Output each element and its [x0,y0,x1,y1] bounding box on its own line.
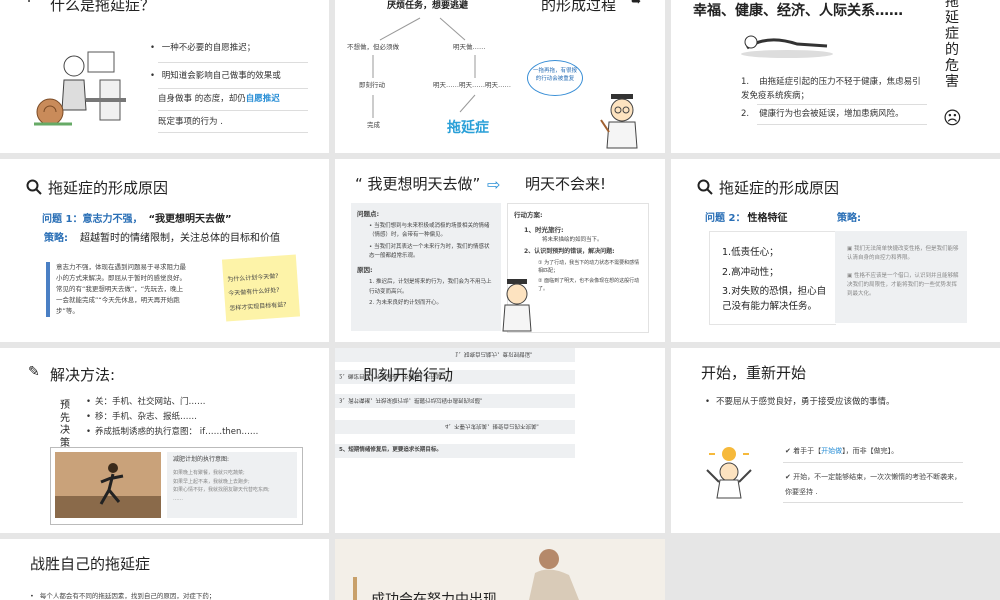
bullet-2-line2: 自身做事 的态度，却仍自愿推迟 [158,94,280,104]
harm-2: 2. 健康行为也会被延误，增加患病风险。 [741,109,904,119]
notepad-icon: ✎ [28,364,40,380]
flow-left-2: 即刻行动 [359,81,385,89]
flow-left-3: 完成 [367,121,380,129]
search-icon [697,179,713,195]
slide-title: 即刻开始行动 [363,366,454,384]
strategy-panel: ▣ 我们无法简单快捷改变性格，但是我们能够认清自身的自控力和界限。 ▣ 性格不应… [835,231,967,323]
execution-box: 减肥计划的执行意图: 如果晚上有聚餐，我就只吃蔬菜; 如果早上起不来，我就晚上去… [50,447,303,525]
slide-grid: ʔ 什么是拖延症？ • 一种不必要的自愿推迟； • 明知道会影响自己做事的效果或… [0,0,1000,600]
bullet-2: • 明知道会影响自己做事的效果或 [150,71,281,81]
strategy-label: 策略: [837,213,861,224]
trait-list: 1.低责任心； 2.高冲动性； 3.对失败的恐惧，担心自己没有能力解决任务。 [709,231,836,325]
problem-panel: 问题点: • 当我们想到与未来积极或消极的场景相关的情绪（情感）时，会带有一种偏… [351,203,501,331]
search-icon [26,179,42,195]
vertical-label: 预先决策 [60,400,70,449]
flow-right-1: 明天做…… [453,43,486,51]
sticky-note: 为什么计划今天做? 今天做有什么好处? 怎样才实现目标有益? [221,254,301,322]
slide-cause-2[interactable]: 拖延症的形成原因 问题 2： 性格特征 策略: 1.低责任心； 2.高冲动性； 3… [671,159,1000,342]
cheering-kid-illustration [706,447,752,499]
cause-body: 意志力不强，体现在遇到问题易于寻求阻力最小的方式来解决。即屈从于暂时的感觉良好。… [46,262,186,318]
slide-title: 拖延症的形成原因 [719,179,840,197]
slide-start-again[interactable]: 开始，重新开始 • 不要屈从于感觉良好，勇于接受应该做的事情。 ✔ 着手于【开始做… [671,348,1000,533]
slide-formation-process[interactable]: 厌烦任务，想要逃避 的形成过程 ➥ 不想做，但必须做 明天做…… 即刻行动 明天… [335,0,665,153]
snail-office-illustration [34,51,126,126]
question-icon: ʔ [26,0,33,6]
flow-right-2: 明天……明天……明天…… [433,81,511,89]
slide-success[interactable]: 成功会在努力中出现 [335,539,665,600]
slide-title: 拖延症的形成原因 [48,179,169,197]
problem-label: 问题 2： 性格特征 [705,213,788,224]
empty-slot [671,539,1000,600]
slide-beat-procrastination[interactable]: 战胜自己的拖延症 • 每个人都会有不同的拖延因素，找到自己的原因，对症下药； [0,539,329,600]
flow-lines [372,17,476,118]
runner-photo [529,549,579,600]
solution-2: • 移：手机、杂志、报纸…… [86,412,198,422]
vertical-title: 拖延症的危害 [945,0,959,91]
slide-title: 幸福、健康、经济、人际关系…… [693,3,903,19]
solution-1: • 关：手机、社交网站、门…… [86,397,206,407]
problem-label: 问题 1：意志力不强， “我更想明天去做” [42,214,232,225]
slide-title: 战胜自己的拖延症 [30,555,151,573]
slide-tomorrow[interactable]: “ 我更想明天去做” ⇨ 明天不会来! 问题点: • 当我们想到与未来积极或消极… [335,159,665,342]
harm-1: 1. 由拖延症引起的压力不轻于健康，焦虑易引发免疫系统疾病； [741,77,921,101]
check-1: ✔ 着手于【开始做】，而非【做完】。 [785,447,899,455]
slide-act-now[interactable]: 1、知晓自己能力，意识到错误。 2、确定目标，不是逃避，不懒惰，不拖延。 即刻开… [335,348,665,533]
arrow-right-icon: ⇨ [487,175,501,194]
runner-photo [55,452,161,518]
slide-cause-1[interactable]: 拖延症的形成原因 问题 1：意志力不强， “我更想明天去做” 策略: 超越暂时的情绪… [0,159,329,342]
slide-what-is-procrastination[interactable]: ʔ 什么是拖延症？ • 一种不必要的自愿推迟； • 明知道会影响自己做事的效果或… [0,0,329,153]
beat-bullet: • 每个人都会有不同的拖延因素，找到自己的原因，对症下药； [30,592,216,600]
bullet-2-line3: 既定事项的行为 . [158,117,223,127]
sad-face-icon: ☹ [943,108,962,129]
slide-title: 解决方法: [50,366,116,384]
arrow-icon: ➥ [631,0,642,8]
check-2: ✔ 开始，不一定能够结束，一次次懒惰的考验不断袭来，你要坚持 . [785,473,962,497]
professor-illustration [502,279,532,332]
strategy: 策略: 超越暂时的情绪限制，关注总体的目标和价值 [44,233,280,244]
step-bar-4: 4、不要力求完美，接受自己的不完美。 [335,420,575,434]
speech-bubble: 一拖再拖，有很报的行动会被重复 [527,60,583,96]
accent-bar [353,577,357,600]
flow-result: 拖延症 [447,120,489,136]
bullet-1: • 一种不必要的自愿推迟； [150,43,256,53]
professor-illustration [600,94,638,149]
slide-title: 的形成过程 [541,0,617,14]
slide-title: 成功会在努力中出现 [371,592,497,600]
reclining-person-illustration [741,35,833,58]
slide-title: 开始，重新开始 [701,364,807,382]
slide-harm[interactable]: 幸福、健康、经济、人际关系…… 拖延症的危害 1. 由拖延症引起的压力不轻于健康，… [671,0,1000,153]
result-title: 明天不会来! [525,175,607,193]
slide-title: 什么是拖延症？ [50,0,156,14]
intent-list: 减肥计划的执行意图: 如果晚上有聚餐，我就只吃蔬菜; 如果早上起不来，我就晚上去… [167,452,297,518]
start-bullet: • 不要屈从于感觉良好，勇于接受应该做的事情。 [705,397,895,407]
step-bar-5: 5、短期情绪修复后，更要追求长期目标。 [335,444,575,458]
step-bar-1: 1、知晓自己能力，意识到错误。 [335,348,575,362]
step-bar-3: 3、调节情绪，开始采取行动，把握行动过程中遇到的问题。 [335,394,575,408]
slide-solutions[interactable]: ✎ 解决方法: 预先决策 • 关：手机、社交网站、门…… • 移：手机、杂志、报纸…… [0,348,329,533]
quote-title: “ 我更想明天去做” [355,175,481,193]
flow-left-1: 不想做，但必须做 [347,43,399,51]
solution-3: • 养成抵制诱惑的执行意图： if……then…… [86,427,259,437]
